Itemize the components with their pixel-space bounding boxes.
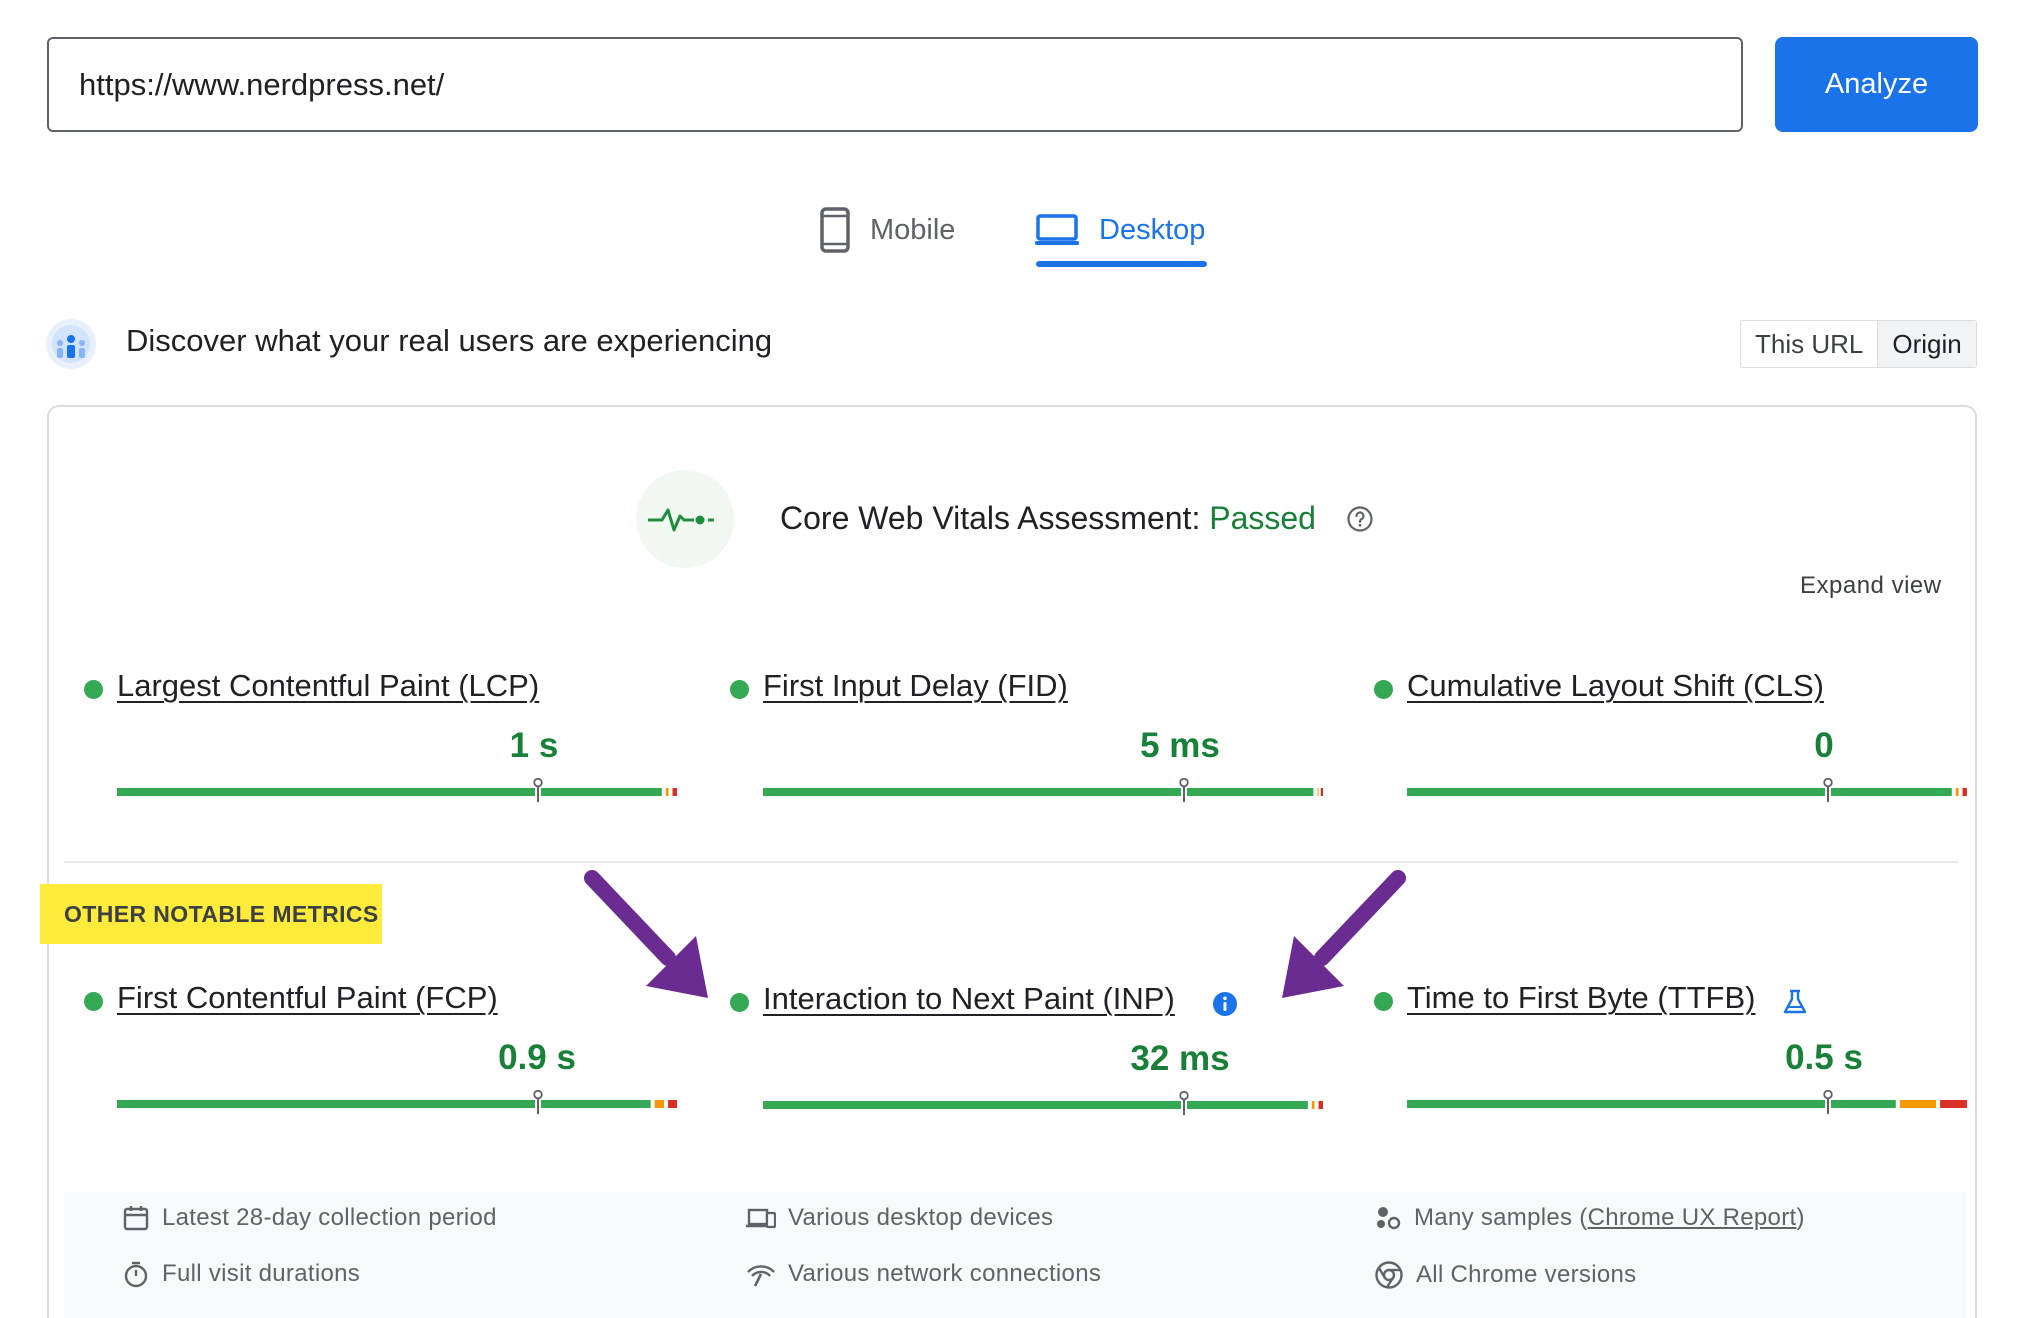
metric-name[interactable]: Largest Contentful Paint (LCP) [117, 668, 539, 704]
percentile-marker-head [1823, 778, 1833, 788]
core-web-vitals-icon [636, 470, 734, 568]
bar-poor-segment [668, 1100, 677, 1108]
toggle-origin[interactable]: Origin [1877, 321, 1976, 367]
footer-durations: Full visit durations [122, 1260, 360, 1288]
status-good-dot [84, 992, 103, 1011]
help-icon[interactable] [1346, 505, 1374, 533]
metric-value: 5 ms [1140, 726, 1220, 765]
tab-mobile[interactable]: Mobile [820, 190, 955, 270]
footer-network: Various network connections [746, 1260, 1101, 1288]
experimental-flask-icon [1783, 989, 1807, 1014]
distribution-bar [117, 778, 677, 802]
assessment-label: Core Web Vitals Assessment: [780, 500, 1201, 536]
samples-prefix: Many samples ( [1414, 1204, 1588, 1231]
footer-samples-text: Many samples (Chrome UX Report) [1414, 1204, 1805, 1232]
metric-value: 1 s [509, 726, 559, 765]
stopwatch-icon [124, 1261, 148, 1288]
assessment-status: Passed [1209, 500, 1316, 536]
bar-needs-improvement-segment [1899, 1100, 1937, 1108]
calendar-icon [123, 1206, 149, 1231]
tab-mobile-label: Mobile [870, 213, 956, 246]
bar-needs-improvement-segment [654, 1100, 665, 1108]
metric-value: 0.5 s [1785, 1038, 1863, 1077]
distribution-bar [763, 1091, 1323, 1115]
network-signal-icon [747, 1265, 775, 1287]
footer-samples: Many samples (Chrome UX Report) [1374, 1204, 1805, 1232]
distribution-bar [117, 1090, 677, 1114]
bar-poor-segment [1320, 788, 1323, 796]
bar-poor-segment [672, 788, 677, 796]
bar-poor-segment [1962, 788, 1967, 796]
chrome-icon [1375, 1261, 1403, 1289]
bar-good-segment [763, 788, 1314, 796]
bar-needs-improvement-segment [1955, 788, 1959, 796]
url-origin-toggle: This URL Origin [1740, 320, 1977, 368]
tab-desktop[interactable]: Desktop [1035, 190, 1205, 270]
percentile-marker-head [533, 1090, 543, 1100]
smartphone-icon [820, 207, 850, 253]
distribution-bar [1407, 778, 1967, 802]
status-good-dot [84, 680, 103, 699]
footer-devices-text: Various desktop devices [788, 1204, 1054, 1231]
metric-fcp: First Contentful Paint (FCP) 0.9 s [84, 980, 677, 1130]
metric-lcp: Largest Contentful Paint (LCP) 1 s [84, 668, 677, 818]
bar-needs-improvement-segment [1317, 788, 1319, 796]
status-good-dot [730, 993, 749, 1012]
bar-good-segment [763, 1101, 1308, 1109]
percentile-marker-head [1179, 778, 1189, 788]
bar-good-segment [1407, 788, 1952, 796]
bar-poor-segment [1318, 1101, 1323, 1109]
metric-name[interactable]: First Input Delay (FID) [763, 668, 1068, 704]
samples-icon [1377, 1207, 1401, 1230]
footer-durations-text: Full visit durations [162, 1260, 361, 1287]
status-good-dot [1374, 680, 1393, 699]
metric-value: 0 [1814, 726, 1834, 765]
url-input[interactable] [47, 37, 1743, 132]
toggle-this-url[interactable]: This URL [1741, 321, 1878, 367]
bar-good-segment [117, 788, 662, 796]
percentile-marker-head [1823, 1090, 1833, 1100]
status-good-dot [1374, 992, 1393, 1011]
collection-info-footer: Latest 28-day collection period Full vis… [64, 1192, 1966, 1318]
metric-value: 0.9 s [498, 1038, 576, 1077]
other-metrics-label: OTHER NOTABLE METRICS [40, 884, 382, 944]
footer-chrome: All Chrome versions [1374, 1260, 1636, 1290]
percentile-marker-head [1179, 1091, 1189, 1101]
footer-period-text: Latest 28-day collection period [162, 1204, 497, 1231]
devices-icon [746, 1208, 776, 1229]
chrome-ux-report-link[interactable]: Chrome UX Report [1588, 1204, 1797, 1231]
footer-period: Latest 28-day collection period [122, 1204, 497, 1232]
metric-name[interactable]: Time to First Byte (TTFB) [1407, 980, 1755, 1016]
crux-users-icon [46, 319, 96, 369]
bar-needs-improvement-segment [665, 788, 669, 796]
section-divider [64, 861, 1959, 863]
bar-needs-improvement-segment [1311, 1101, 1315, 1109]
footer-chrome-text: All Chrome versions [1416, 1261, 1637, 1288]
metric-cls: Cumulative Layout Shift (CLS) 0 [1374, 668, 1967, 818]
bar-good-segment [117, 1100, 651, 1108]
metric-fid: First Input Delay (FID) 5 ms [730, 668, 1323, 818]
metric-name[interactable]: Interaction to Next Paint (INP) [763, 981, 1175, 1017]
info-icon[interactable] [1212, 991, 1238, 1017]
distribution-bar [1407, 1090, 1967, 1114]
bar-poor-segment [1940, 1100, 1967, 1108]
footer-network-text: Various network connections [788, 1260, 1102, 1287]
assessment-title: Core Web Vitals Assessment: Passed [780, 500, 1316, 537]
metric-ttfb: Time to First Byte (TTFB) 0.5 s [1374, 980, 1967, 1130]
footer-devices: Various desktop devices [746, 1204, 1053, 1232]
active-tab-indicator [1036, 261, 1207, 267]
laptop-icon [1035, 214, 1079, 245]
expand-view-link[interactable]: Expand view [1800, 572, 1942, 600]
metric-name[interactable]: First Contentful Paint (FCP) [117, 980, 498, 1016]
analyze-button[interactable]: Analyze [1775, 37, 1978, 132]
metric-name[interactable]: Cumulative Layout Shift (CLS) [1407, 668, 1824, 704]
field-data-title: Discover what your real users are experi… [126, 323, 773, 358]
samples-suffix: ) [1796, 1204, 1805, 1231]
percentile-marker-head [533, 778, 543, 788]
distribution-bar [763, 778, 1323, 802]
bar-good-segment [1407, 1100, 1896, 1108]
status-good-dot [730, 680, 749, 699]
tab-desktop-label: Desktop [1099, 213, 1206, 246]
metric-value: 32 ms [1130, 1039, 1230, 1078]
